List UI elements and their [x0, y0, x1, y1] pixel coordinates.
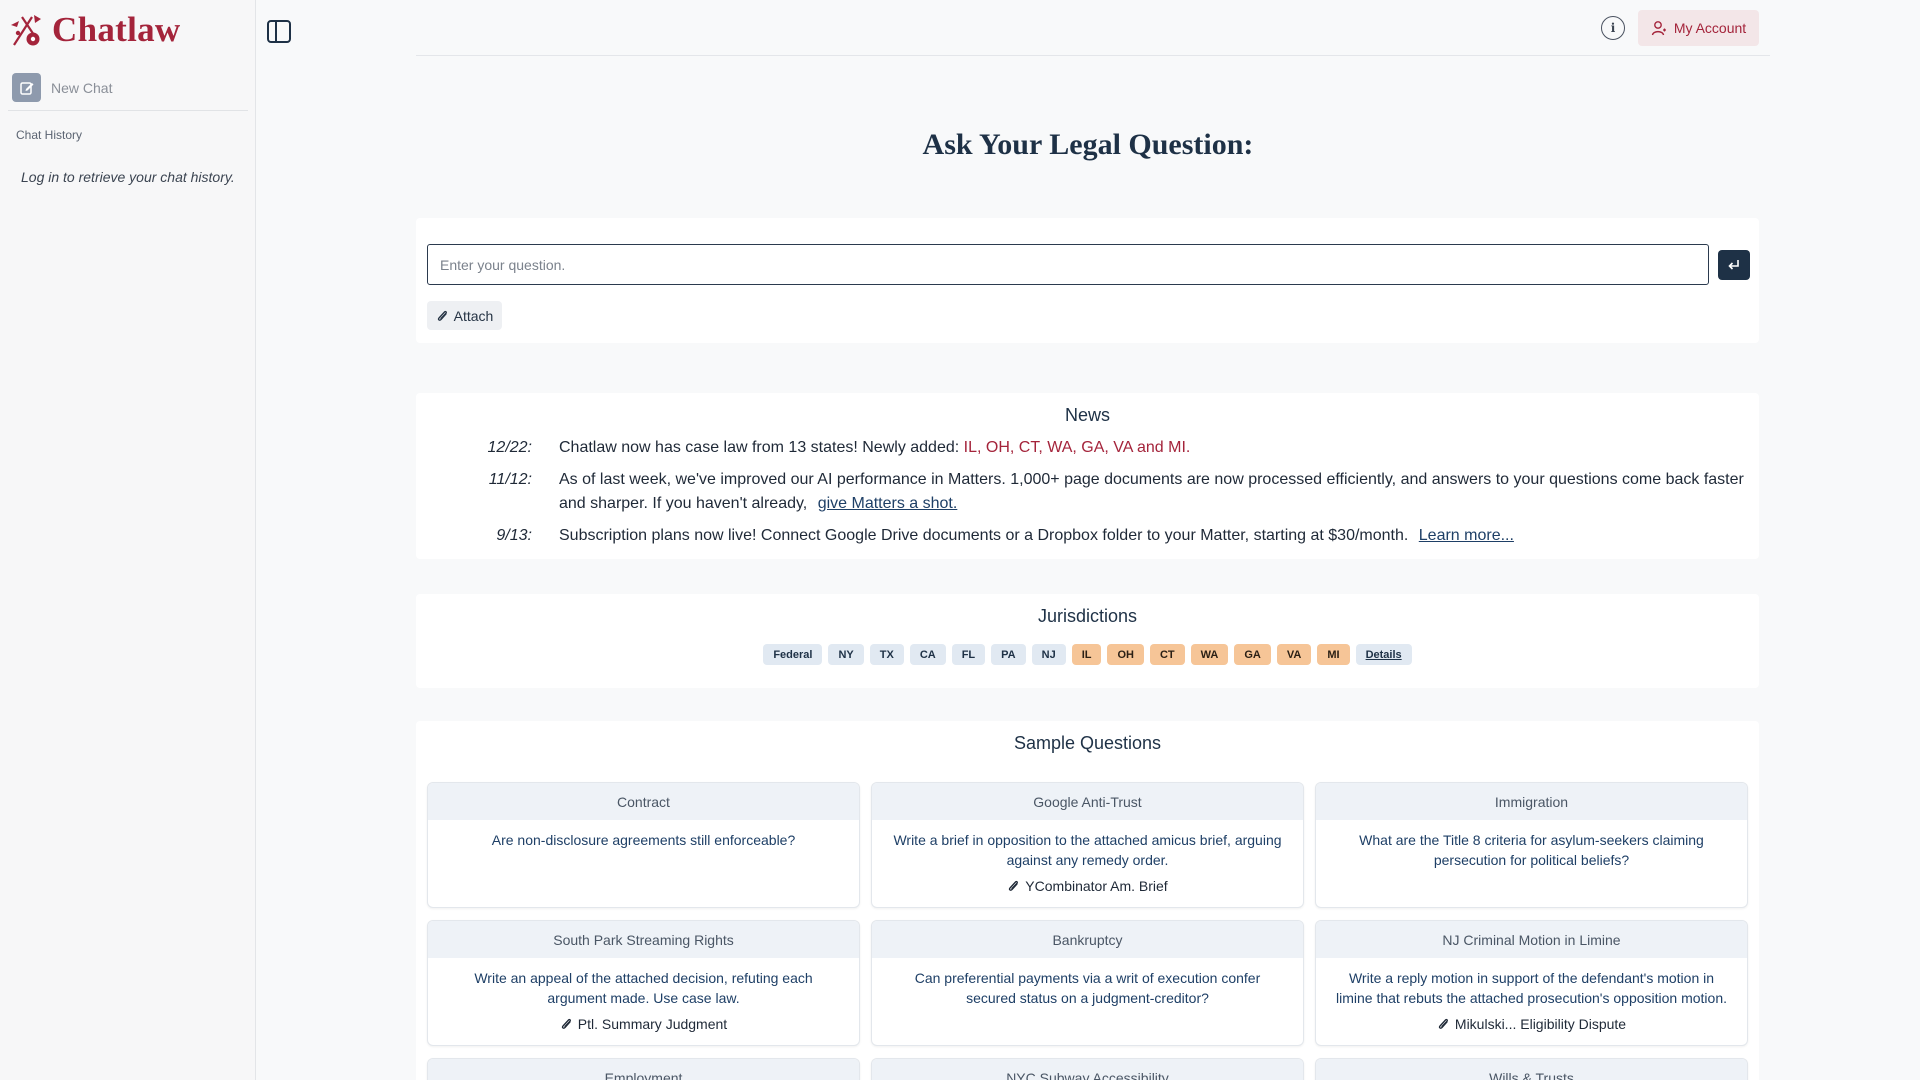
- jurisdiction-chip-federal[interactable]: Federal: [763, 644, 823, 665]
- paperclip-icon: [1009, 880, 1019, 891]
- sidebar: Chatlaw New Chat Chat History Log in to …: [0, 0, 256, 1080]
- my-account-button[interactable]: My Account: [1638, 10, 1759, 46]
- card-attachment-label: Ptl. Summary Judgment: [577, 1016, 728, 1032]
- question-input[interactable]: [427, 244, 1709, 285]
- news-text: Chatlaw now has case law from 13 states!…: [559, 436, 1749, 460]
- paperclip-icon: [561, 1018, 571, 1029]
- card-question: What are the Title 8 criteria for asylum…: [1316, 820, 1747, 870]
- jurisdiction-chip-tx[interactable]: TX: [869, 644, 904, 665]
- card-question-text: Write a reply motion in support of the d…: [1335, 970, 1727, 1006]
- news-body: Chatlaw now has case law from 13 states!…: [559, 439, 964, 456]
- attach-button[interactable]: Attach: [427, 301, 502, 330]
- sample-question-card[interactable]: Immigration What are the Title 8 criteri…: [1315, 782, 1748, 908]
- new-chat-label: New Chat: [51, 79, 113, 96]
- sample-question-card[interactable]: NYC Subway Accessibility: [871, 1058, 1304, 1080]
- jurisdiction-chip-va[interactable]: VA: [1276, 644, 1312, 665]
- card-question: Write a brief in opposition to the attac…: [872, 820, 1303, 896]
- paperclip-icon: [1438, 1018, 1448, 1029]
- card-category: Wills & Trusts: [1316, 1059, 1747, 1080]
- user-icon: [1651, 21, 1666, 36]
- jurisdiction-chip-fl[interactable]: FL: [951, 644, 986, 665]
- news-body: As of last week, we've improved our AI p…: [559, 471, 1744, 512]
- header-divider: [416, 55, 1770, 56]
- sample-question-card[interactable]: Employment: [427, 1058, 860, 1080]
- news-panel: News 12/22: Chatlaw now has case law fro…: [416, 393, 1759, 559]
- sample-question-card[interactable]: South Park Streaming Rights Write an app…: [427, 920, 860, 1046]
- jurisdiction-chips: Federal NY TX CA FL PA NJ IL OH CT WA GA…: [416, 644, 1759, 665]
- sample-question-card[interactable]: Google Anti-Trust Write a brief in oppos…: [871, 782, 1304, 908]
- jurisdiction-details-link[interactable]: Details: [1355, 644, 1412, 665]
- news-date: 11/12:: [488, 471, 532, 488]
- jurisdiction-chip-ga[interactable]: GA: [1234, 644, 1271, 665]
- submit-button[interactable]: [1718, 250, 1750, 280]
- card-attachment: Ptl. Summary Judgment: [444, 1014, 843, 1034]
- card-attachment: Mikulski... Eligibility Dispute: [1332, 1014, 1731, 1034]
- card-question-text: Write an appeal of the attached decision…: [474, 970, 813, 1006]
- matters-link[interactable]: give Matters a shot.: [818, 495, 958, 512]
- card-question: Can preferential payments via a writ of …: [872, 958, 1303, 1008]
- jurisdiction-chip-ny[interactable]: NY: [828, 644, 864, 665]
- paperclip-icon: [437, 310, 447, 321]
- jurisdictions-panel: Jurisdictions Federal NY TX CA FL PA NJ …: [416, 594, 1759, 688]
- news-highlight: IL, OH, CT, WA, GA, VA and MI.: [963, 439, 1191, 456]
- jurisdiction-chip-oh[interactable]: OH: [1107, 644, 1144, 665]
- jurisdiction-chip-ct[interactable]: CT: [1149, 644, 1185, 665]
- scales-logo-icon: [11, 15, 41, 46]
- card-category: Google Anti-Trust: [872, 783, 1303, 820]
- attach-label: Attach: [453, 307, 494, 324]
- sidebar-divider: [8, 110, 248, 111]
- sample-questions-title: Sample Questions: [1013, 733, 1162, 753]
- card-category: Immigration: [1316, 783, 1747, 820]
- jurisdiction-chip-wa[interactable]: WA: [1190, 644, 1229, 665]
- jurisdictions-title: Jurisdictions: [1037, 606, 1138, 626]
- jurisdiction-chip-ca[interactable]: CA: [909, 644, 946, 665]
- page-title: Ask Your Legal Question:: [922, 128, 1254, 161]
- card-category: NJ Criminal Motion in Limine: [1316, 921, 1747, 958]
- news-body: Subscription plans now live! Connect Goo…: [559, 527, 1409, 544]
- edit-icon: [12, 73, 41, 102]
- card-question-text: Are non-disclosure agreements still enfo…: [491, 832, 796, 848]
- enter-arrow-icon: [1728, 260, 1739, 270]
- card-question: Are non-disclosure agreements still enfo…: [428, 820, 859, 850]
- card-question-text: What are the Title 8 criteria for asylum…: [1359, 832, 1704, 868]
- sample-question-card[interactable]: Wills & Trusts: [1315, 1058, 1748, 1080]
- learn-more-link[interactable]: Learn more...: [1419, 527, 1514, 544]
- question-panel: Attach: [416, 218, 1759, 343]
- news-date: 9/13:: [496, 527, 532, 544]
- card-question: Write a reply motion in support of the d…: [1316, 958, 1747, 1034]
- card-question-text: Can preferential payments via a writ of …: [914, 970, 1261, 1006]
- sample-question-card[interactable]: Contract Are non-disclosure agreements s…: [427, 782, 860, 908]
- news-text: Subscription plans now live! Connect Goo…: [559, 524, 1749, 548]
- jurisdiction-chip-pa[interactable]: PA: [991, 644, 1026, 665]
- sidebar-toggle-button[interactable]: [265, 19, 293, 45]
- card-category: NYC Subway Accessibility: [872, 1059, 1303, 1080]
- info-icon[interactable]: i: [1601, 16, 1625, 40]
- card-question: Write an appeal of the attached decision…: [428, 958, 859, 1034]
- jurisdiction-chip-nj[interactable]: NJ: [1031, 644, 1066, 665]
- sample-question-card[interactable]: NJ Criminal Motion in Limine Write a rep…: [1315, 920, 1748, 1046]
- jurisdiction-chip-mi[interactable]: MI: [1317, 644, 1350, 665]
- card-question-text: Write a brief in opposition to the attac…: [893, 832, 1282, 868]
- card-attachment-label: Mikulski... Eligibility Dispute: [1454, 1016, 1627, 1032]
- card-attachment: YCombinator Am. Brief: [888, 876, 1287, 896]
- card-attachment-label: YCombinator Am. Brief: [1025, 878, 1168, 894]
- logo[interactable]: Chatlaw: [8, 10, 181, 50]
- sidebar-panel-icon: [267, 20, 291, 43]
- news-text: As of last week, we've improved our AI p…: [559, 468, 1749, 516]
- sample-questions-panel: Sample Questions Contract Are non-disclo…: [416, 721, 1759, 1080]
- jurisdiction-chip-il[interactable]: IL: [1071, 644, 1102, 665]
- card-category: Bankruptcy: [872, 921, 1303, 958]
- card-category: Employment: [428, 1059, 859, 1080]
- card-category: South Park Streaming Rights: [428, 921, 859, 958]
- sample-question-card[interactable]: Bankruptcy Can preferential payments via…: [871, 920, 1304, 1046]
- chat-history-title: Chat History: [16, 128, 83, 142]
- app-name: Chatlaw: [52, 10, 181, 49]
- my-account-label: My Account: [1673, 20, 1747, 36]
- news-date: 12/22:: [487, 439, 532, 456]
- card-category: Contract: [428, 783, 859, 820]
- chat-history-empty: Log in to retrieve your chat history.: [21, 169, 235, 185]
- news-title: News: [1064, 405, 1110, 425]
- new-chat-button[interactable]: New Chat: [12, 73, 112, 102]
